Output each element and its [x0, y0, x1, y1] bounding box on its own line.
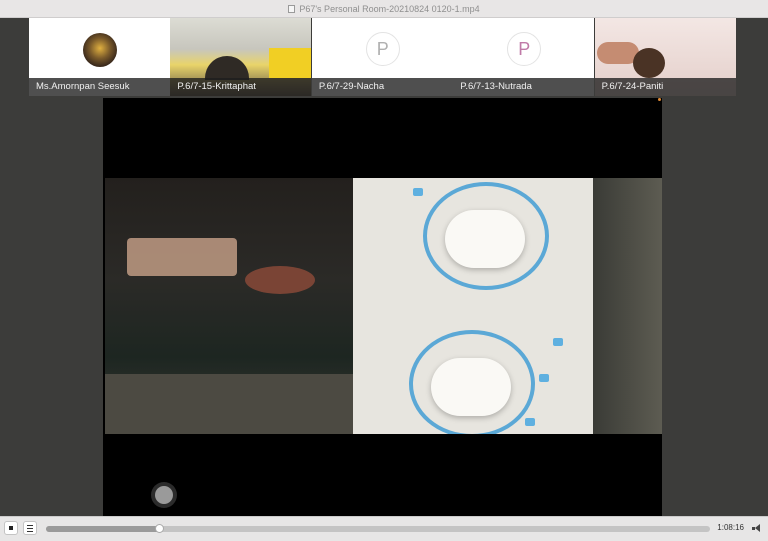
indicator-dot [658, 98, 661, 101]
participant-tile-paniti[interactable]: P.6/7-24-Paniti [594, 18, 736, 96]
volume-icon[interactable] [752, 524, 762, 533]
dial-marker [539, 374, 549, 382]
floating-control-button[interactable] [151, 482, 177, 508]
camera-feed [205, 56, 250, 80]
timer-dial [423, 182, 549, 290]
window-title: P67's Personal Room-20210824 0120-1.mp4 [299, 3, 480, 14]
file-icon [288, 4, 296, 13]
participant-strip: Ms.Amornpan Seesuk P.6/7-15-Krittaphat P… [29, 18, 736, 96]
participant-name: P.6/7-15-Krittaphat [170, 78, 312, 96]
profile-avatar [83, 33, 117, 67]
dial-marker [525, 418, 535, 426]
dial-knob [431, 358, 511, 416]
dial-knob [445, 210, 525, 268]
camera-feed-head [632, 48, 665, 78]
shared-video-content [105, 178, 662, 434]
background-wall [593, 178, 662, 434]
floating-button-dot [155, 486, 173, 504]
oven-floor [105, 374, 353, 434]
player-controls: 1:08:16 [0, 516, 768, 541]
participant-name: P.6/7-29-Nacha [311, 78, 453, 96]
playlist-button[interactable] [23, 521, 37, 535]
dial-marker [413, 188, 423, 196]
participant-tile-nacha[interactable]: P P.6/7-29-Nacha [311, 18, 453, 96]
initial-avatar: P [365, 32, 400, 66]
food-tray [127, 238, 237, 276]
camera-background [269, 48, 312, 78]
progress-played [46, 526, 159, 532]
oven-interior-image [105, 178, 353, 434]
progress-thumb[interactable] [154, 524, 164, 533]
participant-name: Ms.Amornpan Seesuk [29, 78, 170, 96]
participant-tile-nutrada[interactable]: P P.6/7-13-Nutrada [453, 18, 595, 96]
participant-tile-amornpan[interactable]: Ms.Amornpan Seesuk [29, 18, 170, 96]
initial-avatar: P [507, 32, 542, 66]
time-readout: 1:08:16 [717, 523, 744, 532]
progress-track[interactable] [46, 524, 710, 533]
participant-tile-krittaphat[interactable]: P.6/7-15-Krittaphat [170, 18, 312, 96]
power-dial [409, 330, 535, 434]
dial-marker [553, 338, 563, 346]
participant-name: P.6/7-24-Paniti [594, 78, 736, 96]
window-titlebar: P67's Personal Room-20210824 0120-1.mp4 [0, 0, 768, 18]
participant-name: P.6/7-13-Nutrada [453, 78, 595, 96]
oven-control-panel [353, 178, 593, 434]
food-item [245, 266, 315, 294]
stop-button[interactable] [4, 521, 18, 535]
